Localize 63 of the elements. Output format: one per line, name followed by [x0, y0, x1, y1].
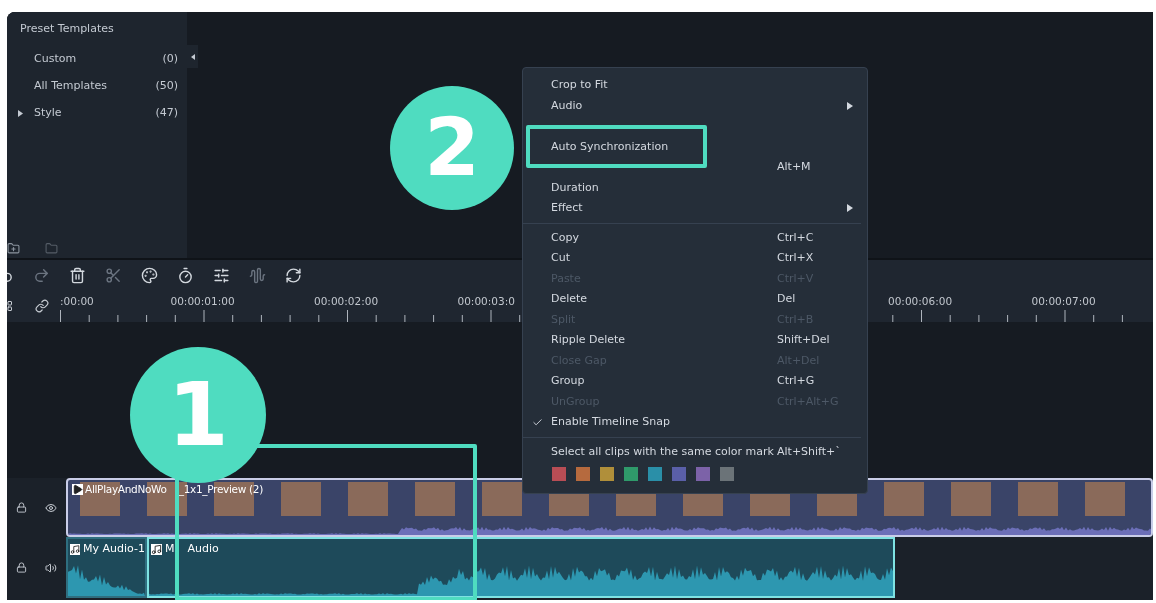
menu-item[interactable]: Audio [523, 95, 861, 116]
palette-icon[interactable] [141, 266, 158, 284]
color-swatch[interactable] [696, 467, 710, 481]
menu-item[interactable]: Delete Del [523, 289, 861, 310]
time-label: 00:00:02:00 [314, 294, 379, 309]
audio-clip[interactable]: M Audio [147, 537, 895, 598]
color-swatch[interactable] [672, 467, 686, 481]
sidebar-item[interactable]: Style (47) [7, 99, 187, 127]
clip-title: _1x1_Preview (2) [178, 482, 264, 498]
menu-item[interactable]: Auto Synchronization [523, 136, 861, 157]
clip-title: AllPlayAndNoWo [85, 482, 167, 497]
clip-title: Audio [187, 540, 219, 557]
lock-icon[interactable] [16, 562, 27, 573]
sliders-icon[interactable] [213, 266, 230, 284]
menu-item[interactable]: Group Ctrl+G [523, 371, 861, 392]
color-swatch[interactable] [600, 467, 614, 481]
menu-item[interactable]: Alt+M [523, 157, 861, 178]
photo-placeholder [1018, 482, 1058, 516]
time-label: :00:00 [60, 294, 94, 309]
color-swatch[interactable] [552, 467, 566, 481]
new-folder-icon[interactable] [7, 241, 20, 255]
clip-title: M [165, 540, 175, 557]
menu-item[interactable]: Enable Timeline Snap [523, 412, 861, 433]
color-swatch[interactable] [648, 467, 662, 481]
menu-item[interactable]: Duration [523, 177, 861, 198]
time-label: 00:00:06:00 [888, 294, 953, 309]
link-icon[interactable] [35, 299, 49, 313]
music-note-icon [70, 543, 81, 555]
clip-title: My Audio-1 [83, 540, 145, 557]
photo-placeholder [482, 482, 522, 516]
lock-icon[interactable] [16, 502, 27, 513]
speaker-icon[interactable] [45, 561, 57, 574]
color-swatch[interactable] [624, 467, 638, 481]
sync-icon[interactable] [285, 266, 302, 284]
photo-placeholder [415, 482, 455, 516]
color-swatch[interactable] [576, 467, 590, 481]
trash-icon[interactable] [69, 266, 86, 284]
timer-icon[interactable] [177, 266, 194, 284]
video-clip-icon [72, 484, 83, 496]
video-clip[interactable]: AllPlayAndNoWo _1x1_Preview (2) [66, 478, 1153, 537]
sidebar-item[interactable]: All Templates (50) [7, 72, 187, 100]
music-note-icon [151, 543, 162, 555]
photo-placeholder [1085, 482, 1125, 516]
audio-clip[interactable]: My Audio-1 [66, 537, 147, 598]
time-label: 00:00:07:00 [1031, 294, 1096, 309]
menu-item[interactable]: Copy Ctrl+C [523, 227, 861, 248]
time-label: 00:00:03:0 [457, 294, 515, 309]
collapse-button[interactable] [187, 45, 198, 68]
sidebar-title: Preset Templates [19, 21, 114, 37]
photo-placeholder [281, 482, 321, 516]
photo-placeholder [951, 482, 991, 516]
menu-item[interactable]: Cut Ctrl+X [523, 248, 861, 269]
menu-item[interactable]: Select all clips with the same color mark Alt+Shift+` [523, 441, 861, 462]
photo-placeholder [884, 482, 924, 516]
collapse-arrow-icon [190, 53, 195, 60]
eye-icon[interactable] [45, 501, 57, 514]
photo-placeholder [348, 482, 388, 516]
time-label: 00:00:01:00 [170, 294, 235, 309]
menu-item[interactable]: Crop to Fit [523, 75, 861, 96]
menu-item[interactable]: Ripple Delete Shift+Del [523, 330, 861, 351]
menu-item[interactable]: Effect [523, 198, 861, 219]
color-swatch[interactable] [720, 467, 734, 481]
sidebar-item[interactable]: Custom (0) [7, 45, 187, 73]
